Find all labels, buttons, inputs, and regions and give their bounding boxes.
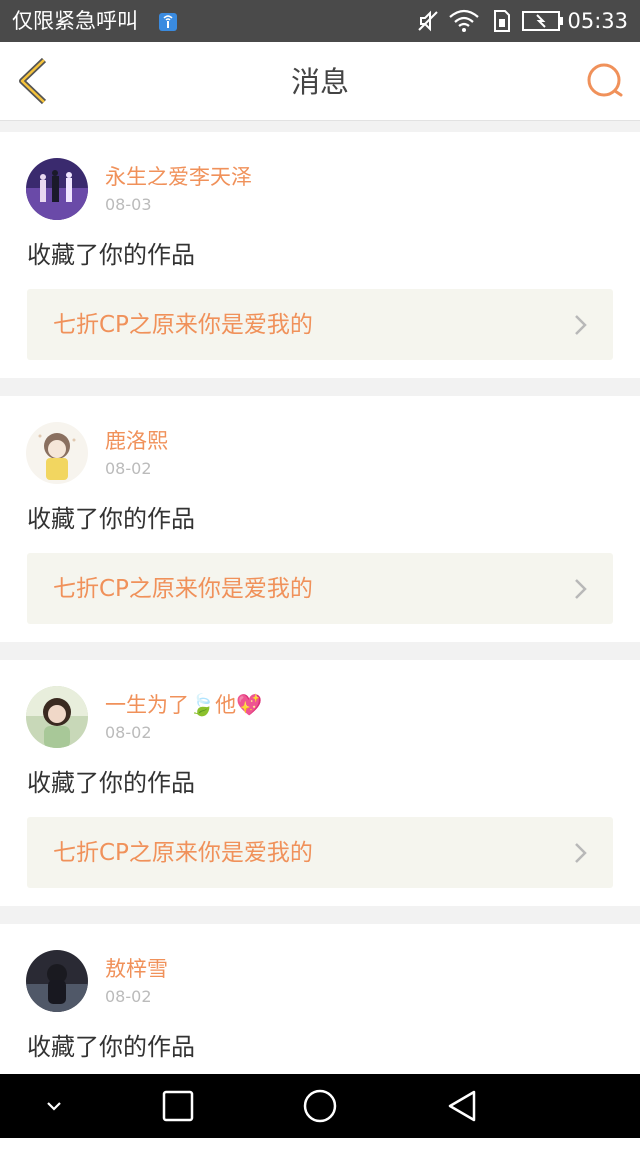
- clock: 05:33: [567, 9, 628, 33]
- work-title: 七折CP之原来你是爱我的: [53, 576, 313, 602]
- chevron-right-icon: [573, 577, 589, 601]
- action-text: 收藏了你的作品: [27, 1033, 195, 1061]
- back-triangle-icon[interactable]: [444, 1088, 480, 1128]
- message-card: 永生之爱李天泽 08-03 收藏了你的作品 七折CP之原来你是爱我的: [0, 132, 640, 378]
- chevron-right-icon: [573, 841, 589, 865]
- mute-icon: [416, 9, 440, 37]
- wifi-icon: [448, 9, 480, 37]
- chevron-right-icon: [573, 313, 589, 337]
- avatar[interactable]: [26, 158, 88, 220]
- app-header: 消息: [0, 42, 640, 121]
- work-title: 七折CP之原来你是爱我的: [53, 840, 313, 866]
- work-link[interactable]: 七折CP之原来你是爱我的: [27, 817, 613, 888]
- username[interactable]: 敖梓雪: [105, 956, 168, 982]
- carrier-text: 仅限紧急呼叫: [12, 9, 138, 33]
- action-text: 收藏了你的作品: [27, 241, 195, 269]
- work-link[interactable]: 七折CP之原来你是爱我的: [27, 289, 613, 360]
- chevron-down-icon[interactable]: [42, 1094, 66, 1122]
- home-circle-icon[interactable]: [300, 1088, 340, 1128]
- message-date: 08-03: [105, 195, 152, 214]
- message-date: 08-02: [105, 459, 152, 478]
- search-icon[interactable]: [584, 60, 626, 102]
- action-text: 收藏了你的作品: [27, 505, 195, 533]
- message-date: 08-02: [105, 987, 152, 1006]
- recents-square-icon[interactable]: [160, 1088, 196, 1128]
- username[interactable]: 永生之爱李天泽: [105, 164, 252, 190]
- navigation-bar: [0, 1074, 640, 1138]
- sim-icon: [490, 9, 514, 37]
- network-badge-icon: [158, 12, 178, 36]
- username[interactable]: 一生为了🍃他💖: [105, 692, 262, 718]
- page-title: 消息: [290, 65, 349, 99]
- battery-icon: [522, 11, 564, 35]
- action-text: 收藏了你的作品: [27, 769, 195, 797]
- message-date: 08-02: [105, 723, 152, 742]
- avatar[interactable]: [26, 422, 88, 484]
- message-card: 鹿洛熙 08-02 收藏了你的作品 七折CP之原来你是爱我的: [0, 396, 640, 642]
- avatar[interactable]: [26, 686, 88, 748]
- status-bar: 仅限紧急呼叫 05:33: [0, 0, 640, 42]
- username[interactable]: 鹿洛熙: [105, 428, 168, 454]
- avatar[interactable]: [26, 950, 88, 1012]
- work-link[interactable]: 七折CP之原来你是爱我的: [27, 553, 613, 624]
- message-card: 一生为了🍃他💖 08-02 收藏了你的作品 七折CP之原来你是爱我的: [0, 660, 640, 906]
- work-title: 七折CP之原来你是爱我的: [53, 312, 313, 338]
